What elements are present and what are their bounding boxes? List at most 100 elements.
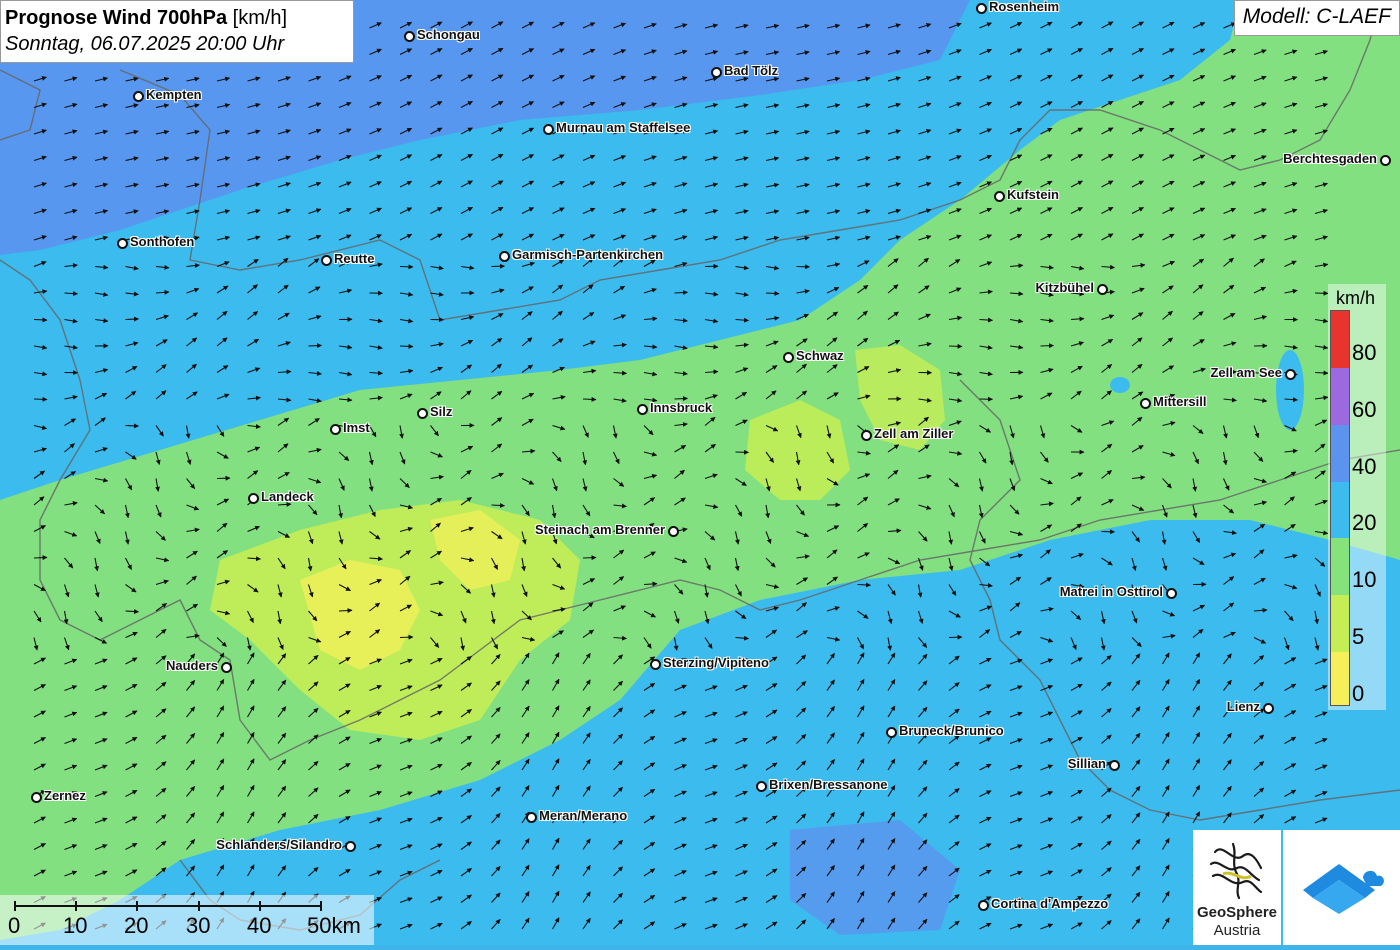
legend-label: 20: [1352, 510, 1376, 536]
wind-arrow: [583, 558, 596, 559]
city-marker: [417, 408, 428, 419]
city-label: Berchtesgaden: [1283, 151, 1377, 167]
city-label: Kempten: [146, 87, 202, 103]
legend-label: 0: [1352, 681, 1364, 707]
city-label: Innsbruck: [650, 400, 712, 416]
city-label: Imst: [343, 420, 370, 436]
city-marker: [404, 31, 415, 42]
city-marker: [1109, 760, 1120, 771]
city-label: Bad Tölz: [724, 63, 778, 79]
geosphere-emblem-icon: [1193, 834, 1281, 906]
city-label: Silz: [430, 404, 452, 420]
city-label: Steinach am Brenner: [535, 522, 665, 538]
city-marker: [321, 255, 332, 266]
city-marker: [637, 404, 648, 415]
city-marker: [978, 900, 989, 911]
legend-swatch-40: [1331, 425, 1349, 482]
city-label: Garmisch-Partenkirchen: [512, 247, 663, 263]
legend-swatch-80: [1331, 311, 1349, 368]
city-marker: [543, 124, 554, 135]
legend-swatch-10: [1331, 538, 1349, 595]
city-label: Mittersill: [1153, 394, 1206, 410]
scale-label: 30: [186, 913, 210, 939]
weather-app-logo[interactable]: [1283, 830, 1400, 945]
wind-map: [0, 0, 1400, 945]
legend-label: 40: [1352, 454, 1376, 480]
city-label: Meran/Merano: [539, 808, 627, 824]
wind-arrow: [400, 637, 413, 638]
wind-arrow: [309, 345, 322, 346]
legend-swatch-60: [1331, 368, 1349, 425]
lake: [1110, 377, 1130, 393]
scale-label: 50km: [307, 913, 361, 939]
city-label: Bruneck/Brunico: [899, 723, 1004, 739]
wind-arrow: [1315, 373, 1328, 374]
map-title-main: Prognose Wind 700hPa: [5, 7, 227, 29]
scale-label: 20: [124, 913, 148, 939]
city-label: Kufstein: [1007, 187, 1059, 203]
city-marker: [976, 3, 987, 14]
scale-label: 10: [63, 913, 87, 939]
scale-label: 0: [8, 913, 20, 939]
city-label: Sonthofen: [130, 234, 194, 250]
city-label: Cortina d'Ampezzo: [991, 896, 1108, 912]
city-label: Zell am Ziller: [874, 426, 953, 442]
city-marker: [861, 430, 872, 441]
map-title-unit: [km/h]: [233, 7, 287, 29]
legend-swatch-0: [1331, 652, 1349, 705]
color-legend: km/h 80 60 40 20 10 5 0: [1328, 284, 1386, 710]
city-marker: [248, 493, 259, 504]
city-label: Schwaz: [796, 348, 844, 364]
city-label: Rosenheim: [989, 0, 1059, 15]
legend-label: 80: [1352, 340, 1376, 366]
map-title: Prognose Wind 700hPa [km/h]: [5, 5, 349, 31]
model-label: Modell: C-LAEF: [1234, 0, 1400, 36]
wind-arrow: [1041, 346, 1054, 347]
city-marker: [526, 812, 537, 823]
city-marker: [1166, 588, 1177, 599]
scale-bar: 0 10 20 30 40 50km: [0, 895, 374, 945]
map-subtitle: Sonntag, 06.07.2025 20:00 Uhr: [5, 31, 349, 57]
scale-tick: [198, 901, 200, 911]
city-marker: [1097, 284, 1108, 295]
city-label: Murnau am Staffelsee: [556, 120, 690, 136]
legend-label: 60: [1352, 397, 1376, 423]
legend-bar: [1330, 310, 1350, 706]
legend-swatch-5: [1331, 595, 1349, 652]
wind-arrow: [766, 293, 779, 294]
city-label: Reutte: [334, 251, 374, 267]
scale-tick: [75, 901, 77, 911]
legend-label: 10: [1352, 567, 1376, 593]
city-marker: [1285, 369, 1296, 380]
wind-arrow: [34, 399, 47, 400]
wind-arrow: [492, 505, 505, 506]
geosphere-logo[interactable]: GeoSphere Austria: [1193, 830, 1281, 945]
city-marker: [994, 191, 1005, 202]
wind-arrow: [34, 557, 47, 558]
city-marker: [133, 91, 144, 102]
city-marker: [117, 238, 128, 249]
city-label: Sillian: [1068, 756, 1106, 772]
scale-tick: [136, 901, 138, 911]
legend-swatch-20: [1331, 482, 1349, 538]
city-label: Schlanders/Silandro: [216, 837, 342, 853]
wind-arrow: [949, 346, 962, 347]
wind-arrow: [126, 319, 139, 320]
city-label: Zernez: [44, 788, 86, 804]
wind-arrow: [34, 320, 47, 321]
wind-arrow: [675, 292, 688, 293]
city-label: Lienz: [1227, 699, 1260, 715]
city-label: Nauders: [166, 658, 218, 674]
city-marker: [31, 792, 42, 803]
wind-arrow: [858, 585, 871, 586]
scale-line: [14, 905, 322, 907]
city-marker: [650, 659, 661, 670]
city-marker: [345, 841, 356, 852]
logo-line2: Austria: [1193, 922, 1281, 939]
wind-arrow: [675, 398, 688, 399]
wind-arrow: [339, 610, 352, 611]
city-label: Brixen/Bressanone: [769, 777, 888, 793]
city-label: Matrei in Osttirol: [1060, 584, 1163, 600]
wind-arrow: [949, 637, 962, 638]
wind-arrow: [583, 399, 596, 400]
